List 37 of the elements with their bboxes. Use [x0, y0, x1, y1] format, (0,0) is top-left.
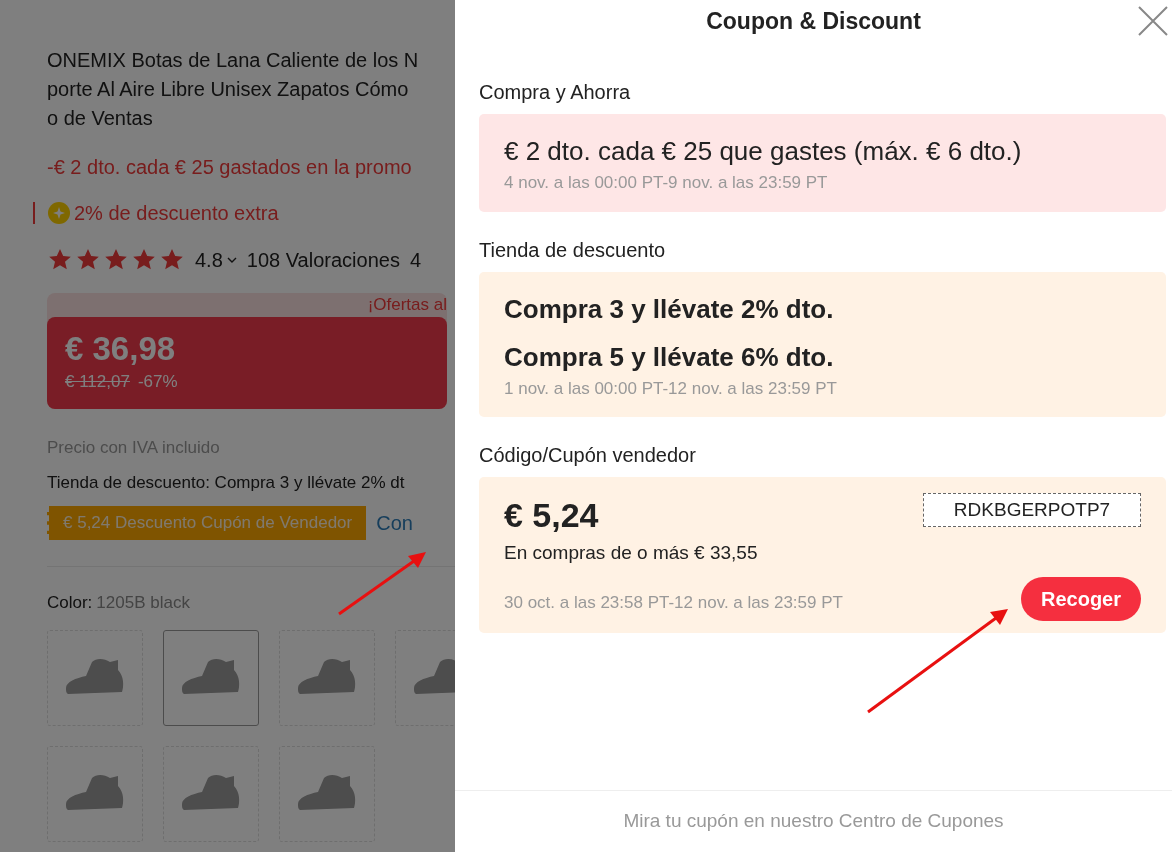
collect-button[interactable]: Recoger [1020, 577, 1141, 621]
section-heading: Compra y Ahorra [479, 80, 632, 104]
product-title-line: porte Al Aire Libre Unisex Zapatos Cómo [47, 77, 410, 102]
chevron-icon [226, 256, 237, 264]
reviews-count: 108 Valoraciones [246, 248, 400, 273]
offer-period: 4 nov. a las 00:00 PT-9 nov. a las 23:59 PT [504, 172, 829, 194]
close-icon[interactable] [1138, 6, 1168, 36]
offer-period: 1 nov. a las 00:00 PT-12 nov. a las 23:59 PT [504, 377, 838, 400]
product-title-line: ONEMIX Botas de Lana Caliente de los N [47, 48, 420, 73]
offer-text: € 2 dto. cada € 25 que gastes (máx. € 6 dto.) [504, 135, 1023, 168]
discount-percent: -67% [137, 371, 178, 393]
coupon-code: RDKBGERPOTP7 [923, 493, 1141, 527]
section-heading: Código/Cupón vendedor [479, 443, 697, 467]
coupon-center-link[interactable]: Mira tu cupón en nuestro Centro de Cupones [623, 807, 1004, 836]
coupon-tag: € 5,24 Descuento Cupón de Vendedor [47, 506, 367, 540]
product-title-line: o de Ventas [47, 106, 154, 131]
coin-icon [48, 202, 70, 224]
coupon-condition: En compras de o más € 33,55 [504, 541, 759, 565]
divider-bar [33, 202, 35, 224]
color-value: 1205B black [96, 592, 190, 614]
color-label: Color: [47, 592, 93, 614]
color-swatch[interactable] [163, 629, 259, 726]
extra-discount-text: 2% de descuento extra [74, 201, 279, 226]
store-discount-text: Tienda de descuento: Compra 3 y llévate 2% dt [47, 471, 406, 494]
offer-banner-text: ¡Ofertas al [366, 294, 447, 316]
price: € 36,98 [65, 329, 177, 369]
offer-text: Compra 3 y llévate 2% dto. [504, 292, 835, 326]
rating-value: 4.8 [195, 248, 223, 273]
promo-text: -€ 2 dto. cada € 25 gastados en la promo [47, 155, 413, 180]
coupon-amount: € 5,24 [504, 495, 599, 535]
section-heading: Tienda de descuento [479, 237, 667, 262]
sold-count: 4 [409, 248, 421, 273]
offer-text: Compra 5 y llévate 6% dto. [504, 340, 835, 374]
offer-period: 30 oct. a las 23:58 PT-12 nov. a las 23:59 PT [504, 591, 843, 614]
original-price: € 112,07 [65, 371, 130, 393]
panel-title: Coupon & Discount [706, 6, 921, 36]
coupon-link[interactable]: Con [376, 508, 413, 538]
